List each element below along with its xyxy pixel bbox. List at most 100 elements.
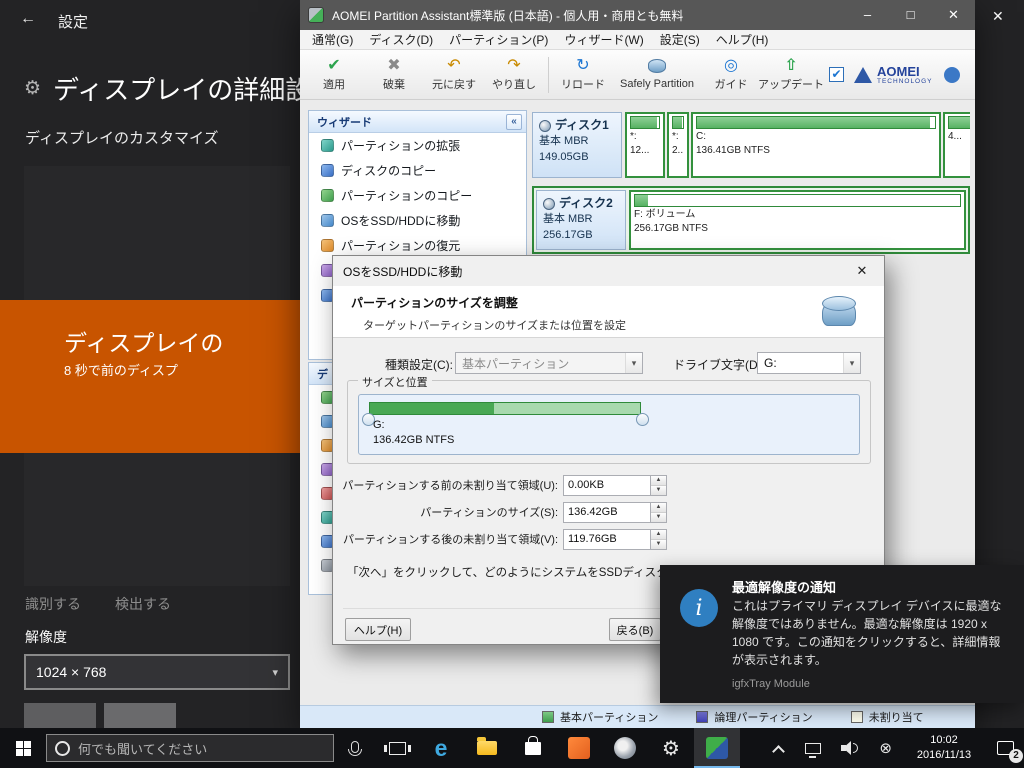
taskbar-edge-button[interactable]: e [418, 728, 464, 768]
apply-button-stub[interactable] [24, 703, 96, 728]
chevron-down-icon [272, 666, 278, 679]
taskbar-explorer-button[interactable] [464, 728, 510, 768]
migrate-os-icon [321, 214, 334, 227]
action-center-button[interactable]: 2 [986, 728, 1024, 768]
minimize-icon[interactable] [846, 0, 889, 30]
gear-icon [24, 77, 41, 100]
disk1-partition-c[interactable]: C: 136.41GB NTFS [691, 112, 941, 178]
identify-link[interactable]: 識別する [25, 594, 81, 614]
back-icon[interactable] [20, 10, 36, 28]
disk2-info[interactable]: ディスク2 基本 MBR 256.17GB [536, 190, 626, 250]
settings-gear-icon [662, 736, 680, 761]
taskbar-app-swirl-button[interactable] [602, 728, 648, 768]
taskbar: 何でも聞いてください e 10:02 2016/11/13 2 [0, 728, 1024, 768]
reload-button[interactable]: リロード [553, 52, 613, 98]
apply-button[interactable]: 適用 [304, 52, 364, 98]
partition-size-input[interactable] [563, 501, 651, 523]
discard-button[interactable]: 破棄 [364, 52, 424, 98]
taskbar-settings-button[interactable] [648, 728, 694, 768]
clock-date: 2016/11/13 [916, 749, 972, 761]
menu-wizard[interactable]: ウィザード(W) [556, 31, 651, 48]
tray-chevron-up-icon[interactable] [772, 744, 786, 758]
spin-up-icon [651, 475, 666, 486]
network-icon[interactable] [805, 742, 822, 758]
type-label: 種類設定(C): [385, 358, 453, 372]
drive-letter-label: ドライブ文字(D): [673, 358, 765, 372]
guide-button[interactable]: ガイド [701, 52, 761, 98]
menu-partition[interactable]: パーティション(P) [441, 31, 556, 48]
dialog-heading: パーティションのサイズを調整 [351, 296, 518, 310]
update-button[interactable]: アップデート [758, 52, 824, 98]
start-button[interactable] [0, 728, 46, 768]
wizard-item-disk-copy[interactable]: ディスクのコピー [309, 158, 526, 183]
partition-copy-icon [321, 189, 334, 202]
logical-partition-swatch [696, 711, 709, 723]
resolution-dropdown[interactable]: 1024 × 768 [24, 654, 290, 690]
safely-partition-button[interactable]: Safely Partition [613, 52, 701, 98]
disk-icon [648, 59, 666, 73]
resolution-notification-toast[interactable]: i 最適解像度の通知 これはプライマリ ディスプレイ デバイスに最適な解像度では… [660, 565, 1024, 703]
cancel-button-stub[interactable] [104, 703, 176, 728]
disk-icon [539, 119, 551, 132]
close-icon[interactable] [932, 0, 975, 30]
menu-settings[interactable]: 設定(S) [652, 31, 708, 48]
disk1-row: ディスク1 基本 MBR 149.05GB *: 12... *: 2... C… [532, 112, 970, 178]
taskbar-app-orange-button[interactable] [556, 728, 602, 768]
taskbar-aomei-button[interactable] [694, 728, 740, 768]
detect-link[interactable]: 検出する [115, 594, 171, 614]
help-button[interactable]: ヘルプ(H) [345, 618, 411, 641]
back-button[interactable]: 戻る(B) [609, 618, 661, 641]
partition-legend: 基本パーティション 論理パーティション 未割り当て [300, 705, 975, 728]
taskbar-store-button[interactable] [510, 728, 556, 768]
spinner[interactable] [651, 501, 667, 523]
microphone-button[interactable] [334, 728, 376, 768]
spinner[interactable] [651, 474, 667, 496]
menu-disk[interactable]: ディスク(D) [361, 31, 441, 48]
spinner[interactable] [651, 528, 667, 550]
guide-icon [724, 57, 738, 75]
cortana-search-box[interactable]: 何でも聞いてください [46, 734, 334, 762]
search-placeholder: 何でも聞いてください [78, 741, 208, 757]
store-icon [525, 735, 541, 755]
resize-handle-right[interactable] [636, 413, 649, 426]
wizard-item-migrate-os[interactable]: OSをSSD/HDDに移動 [309, 208, 526, 233]
maximize-icon[interactable] [889, 0, 932, 30]
operations-panel-title: デ [317, 368, 328, 381]
volume-icon[interactable] [841, 741, 859, 755]
toolbar-checkbox[interactable] [829, 67, 844, 82]
toast-body: これはプライマリ ディスプレイ デバイスに最適な解像度ではありません。最適な解像… [732, 599, 1002, 667]
clock-time: 10:02 [930, 734, 958, 747]
menubar: 通常(G) ディスク(D) パーティション(P) ウィザード(W) 設定(S) … [300, 30, 975, 50]
taskbar-clock[interactable]: 10:02 2016/11/13 [906, 733, 982, 763]
menu-general[interactable]: 通常(G) [304, 31, 361, 48]
orange-app-icon [568, 737, 590, 759]
disk2-partition-f[interactable]: F: ボリューム 256.17GB NTFS [629, 190, 966, 250]
unallocated-after-input[interactable] [563, 528, 651, 550]
toast-title: 最適解像度の通知 [732, 580, 837, 595]
collapse-icon[interactable] [506, 113, 522, 130]
unallocated-before-input[interactable] [563, 474, 651, 496]
disk-copy-icon [321, 164, 334, 177]
menu-help[interactable]: ヘルプ(H) [708, 31, 777, 48]
redo-icon [507, 57, 520, 75]
settings-close-icon[interactable] [992, 8, 1004, 25]
task-view-button[interactable] [376, 728, 418, 768]
group-title: サイズと位置 [358, 374, 432, 390]
discard-icon [387, 57, 400, 75]
dialog-close-icon[interactable] [840, 256, 884, 286]
disk1-info[interactable]: ディスク1 基本 MBR 149.05GB [532, 112, 622, 178]
disk1-partition-2[interactable]: *: 2... [667, 112, 689, 178]
wizard-item-extend-partition[interactable]: パーティションの拡張 [309, 133, 526, 158]
aomei-triangle-icon [854, 66, 872, 83]
drive-letter-dropdown[interactable]: G: [757, 352, 861, 374]
wizard-item-partition-copy[interactable]: パーティションのコピー [309, 183, 526, 208]
redo-button[interactable]: やり直し [484, 52, 544, 98]
disk1-partition-4[interactable]: 4... [943, 112, 970, 178]
disk1-partition-1[interactable]: *: 12... [625, 112, 665, 178]
undo-button[interactable]: 元に戻す [424, 52, 484, 98]
wizard-panel-title: ウィザード [317, 116, 372, 129]
dialog-subheading: ターゲットパーティションのサイズまたは位置を設定 [363, 320, 627, 332]
tray-x-circle-icon[interactable] [879, 739, 892, 757]
partition-bar [369, 402, 641, 415]
partition-type-dropdown[interactable]: 基本パーティション [455, 352, 643, 374]
